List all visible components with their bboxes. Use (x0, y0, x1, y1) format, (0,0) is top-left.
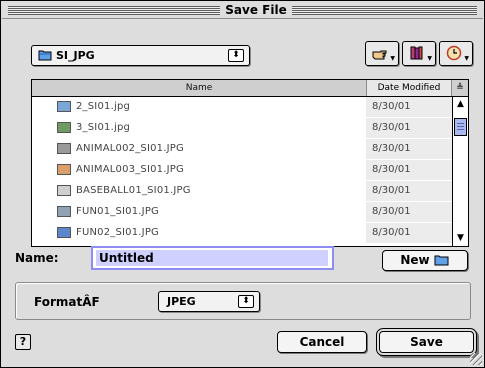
file-date: 8/30/01 (366, 142, 452, 156)
chevron-down-icon: ▼ (427, 55, 432, 62)
file-name: 3_SI01.jpg (76, 122, 131, 133)
save-file-dialog: Save File SI_JPG ⬍ ▼ ▼ ▼ Name Date Modif… (0, 0, 485, 368)
name-field-frame (91, 246, 334, 270)
image-file-icon (57, 185, 71, 196)
format-label: FormatÂF (34, 295, 100, 309)
image-file-icon (57, 122, 71, 133)
scroll-up-arrow-icon[interactable]: ▲ (453, 97, 468, 112)
name-field[interactable] (96, 250, 328, 266)
file-date: 8/30/01 (366, 205, 452, 219)
file-list-row[interactable]: ANIMAL002_SI01.JPG 8/30/01 (32, 139, 452, 159)
file-list-row[interactable]: 3_SI01.jpg 8/30/01 (32, 118, 452, 138)
help-button[interactable]: ? (15, 334, 31, 350)
image-file-icon (57, 164, 71, 175)
new-button-label: New (400, 253, 430, 267)
sort-direction-icon[interactable]: ≜ (452, 80, 468, 96)
books-icon (410, 46, 423, 60)
column-header-name[interactable]: Name (32, 80, 366, 96)
file-list[interactable]: Name Date Modified ≜ 2_SI01.jpg 8/30/01 3_… (31, 79, 469, 247)
file-date: 8/30/01 (366, 121, 452, 135)
scroll-down-arrow-icon[interactable]: ▼ (453, 231, 468, 246)
title-bar-stripes-right (292, 6, 477, 15)
file-name: FUN02_SI01.JPG (76, 227, 160, 238)
title-bar-stripes-left (8, 6, 220, 15)
window-title: Save File (225, 3, 287, 17)
favorites-button[interactable]: ▼ (402, 41, 436, 66)
image-file-icon (57, 227, 71, 238)
new-folder-button[interactable]: New (382, 250, 468, 271)
file-list-row[interactable]: 2_SI01.jpg 8/30/01 (32, 97, 452, 117)
file-list-header: Name Date Modified ≜ (32, 80, 468, 97)
new-folder-icon (434, 255, 449, 266)
file-list-row[interactable]: FUN01_SI01.JPG 8/30/01 (32, 202, 452, 222)
shortcuts-button[interactable]: ▼ (365, 41, 399, 66)
scroll-thumb[interactable] (454, 118, 467, 136)
file-name: FUN01_SI01.JPG (76, 206, 160, 217)
image-file-icon (57, 143, 71, 154)
recent-button[interactable]: ▼ (439, 41, 473, 66)
file-name: BASEBALL01_SI01.JPG (76, 185, 191, 196)
folder-popup-label: SI_JPG (56, 49, 95, 62)
resize-grip-icon[interactable] (470, 353, 482, 365)
column-header-date-modified[interactable]: Date Modified (366, 80, 452, 96)
folder-icon (38, 50, 52, 61)
popup-arrows-icon: ⬍ (228, 49, 244, 62)
file-name: ANIMAL002_SI01.JPG (76, 143, 184, 154)
pointing-hand-icon (372, 50, 387, 60)
image-file-icon (57, 206, 71, 217)
chevron-down-icon: ▼ (464, 55, 469, 62)
name-label: Name: (15, 251, 59, 265)
file-list-row[interactable]: FUN02_SI01.JPG 8/30/01 (32, 223, 452, 243)
file-date: 8/30/01 (366, 100, 452, 114)
file-name: 2_SI01.jpg (76, 101, 131, 112)
file-list-rows: 2_SI01.jpg 8/30/01 3_SI01.jpg 8/30/01 ANIMAL… (32, 97, 452, 246)
file-list-row[interactable]: BASEBALL01_SI01.JPG 8/30/01 (32, 181, 452, 201)
title-bar[interactable]: Save File (2, 2, 483, 19)
file-date: 8/30/01 (366, 226, 452, 240)
file-date: 8/30/01 (366, 163, 452, 177)
file-list-row[interactable]: ANIMAL003_SI01.JPG 8/30/01 (32, 160, 452, 180)
folder-popup[interactable]: SI_JPG ⬍ (31, 45, 250, 66)
file-name: ANIMAL003_SI01.JPG (76, 164, 184, 175)
chevron-down-icon: ▼ (390, 55, 395, 62)
cancel-button[interactable]: Cancel (277, 331, 367, 353)
format-popup[interactable]: JPEG ⬍ (158, 291, 260, 312)
image-file-icon (57, 101, 71, 112)
file-date: 8/30/01 (366, 184, 452, 198)
format-popup-value: JPEG (167, 295, 196, 308)
save-button[interactable]: Save (379, 331, 474, 353)
clock-icon (446, 45, 462, 61)
popup-arrows-icon: ⬍ (238, 295, 254, 308)
vertical-scrollbar[interactable]: ▲ ▼ (452, 97, 468, 246)
